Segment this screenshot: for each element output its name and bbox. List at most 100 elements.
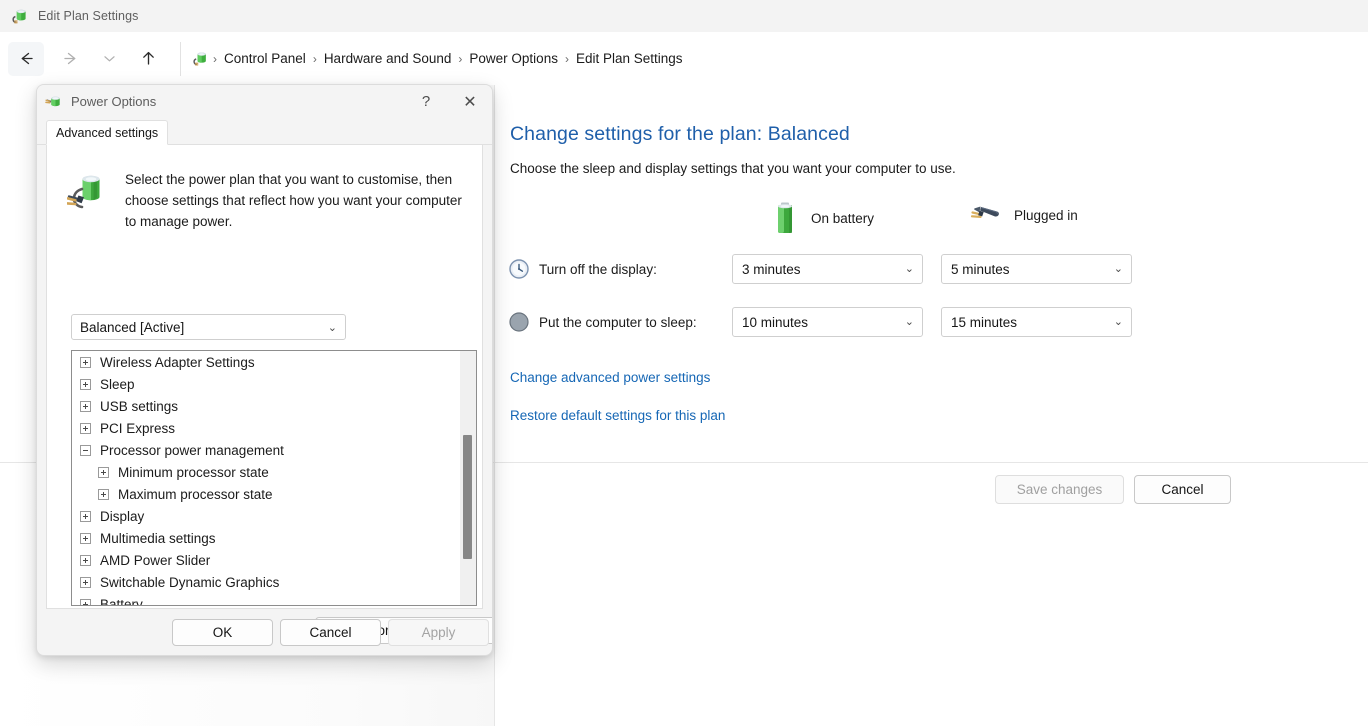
combo-sleep-on-battery[interactable]: 10 minutes ⌄ <box>732 307 923 337</box>
breadcrumb-separator: › <box>312 52 318 66</box>
expand-plus-icon[interactable] <box>80 599 91 607</box>
expand-plus-icon[interactable] <box>80 379 91 390</box>
page-title: Change settings for the plan: Balanced <box>510 123 850 146</box>
column-header-plugged-in: Plugged in <box>969 201 1078 229</box>
arrow-right-icon <box>61 49 80 68</box>
cancel-button[interactable]: Cancel <box>1134 475 1231 504</box>
expand-plus-icon[interactable] <box>80 577 91 588</box>
expand-plus-icon[interactable] <box>80 357 91 368</box>
combo-value: 5 minutes <box>951 262 1010 277</box>
tree-item[interactable]: Display <box>72 505 457 527</box>
power-plan-icon <box>12 7 30 25</box>
main-divider <box>495 462 1368 463</box>
tree-item-label: Switchable Dynamic Graphics <box>100 575 279 590</box>
dialog-cancel-button[interactable]: Cancel <box>280 619 381 646</box>
chevron-down-icon: ⌄ <box>905 264 914 275</box>
plan-select[interactable]: Balanced [Active] ⌄ <box>71 314 346 340</box>
close-icon[interactable]: ✕ <box>448 85 492 118</box>
help-button[interactable]: ? <box>404 85 448 118</box>
expand-plus-icon[interactable] <box>98 489 109 500</box>
dialog-title-buttons: ? ✕ <box>404 85 492 118</box>
address-bar[interactable]: › Control Panel › Hardware and Sound › P… <box>180 42 1368 76</box>
tab-advanced-settings[interactable]: Advanced settings <box>46 120 168 145</box>
tree-item[interactable]: Minimum processor state <box>72 461 457 483</box>
apply-button[interactable]: Apply <box>388 619 489 646</box>
setting-row-put-computer-to-sleep: Put the computer to sleep: <box>495 307 697 337</box>
dialog-footer: OK Cancel Apply <box>37 619 493 656</box>
setting-label-put-computer-to-sleep: Put the computer to sleep: <box>539 315 697 330</box>
chevron-down-icon: ⌄ <box>328 321 337 334</box>
tree-item-label: Minimum processor state <box>118 465 269 480</box>
chevron-down-icon: ⌄ <box>1114 317 1123 328</box>
power-options-icon <box>45 93 63 111</box>
tree-item-label: Wireless Adapter Settings <box>100 355 255 370</box>
combo-turn-off-display-plugged-in[interactable]: 5 minutes ⌄ <box>941 254 1132 284</box>
main-button-row: Save changes Cancel <box>995 475 1231 504</box>
dialog-intro: Select the power plan that you want to c… <box>67 169 477 232</box>
arrow-up-icon <box>139 49 158 68</box>
advanced-settings-tree[interactable]: Wireless Adapter Settings Sleep USB sett… <box>71 350 477 606</box>
save-changes-button[interactable]: Save changes <box>995 475 1124 504</box>
tree-item-label: Sleep <box>100 377 135 392</box>
moon-icon <box>508 311 530 333</box>
tree-item[interactable]: PCI Express <box>72 417 457 439</box>
expand-plus-icon[interactable] <box>98 467 109 478</box>
dialog-intro-text: Select the power plan that you want to c… <box>125 169 470 232</box>
expand-plus-icon[interactable] <box>80 533 91 544</box>
breadcrumb-item-power-options[interactable]: Power Options <box>463 48 564 69</box>
tree-item-label: Maximum processor state <box>118 487 273 502</box>
link-restore-default-settings[interactable]: Restore default settings for this plan <box>510 408 725 423</box>
chevron-down-icon: ⌄ <box>905 317 914 328</box>
tree-scrollbar[interactable] <box>460 351 476 605</box>
tree-item-label: Display <box>100 509 144 524</box>
navigation-bar: › Control Panel › Hardware and Sound › P… <box>0 32 1368 85</box>
combo-sleep-plugged-in[interactable]: 15 minutes ⌄ <box>941 307 1132 337</box>
breadcrumb-item-hardware-and-sound[interactable]: Hardware and Sound <box>318 48 458 69</box>
dialog-body: Select the power plan that you want to c… <box>46 145 483 609</box>
back-button[interactable] <box>8 42 44 76</box>
dialog-tabstrip: Advanced settings <box>37 120 492 145</box>
ok-button[interactable]: OK <box>172 619 273 646</box>
expand-plus-icon[interactable] <box>80 423 91 434</box>
tree-item[interactable]: Sleep <box>72 373 457 395</box>
tree-item-label: PCI Express <box>100 421 175 436</box>
collapse-minus-icon[interactable] <box>80 445 91 456</box>
up-button[interactable] <box>130 42 166 76</box>
tree-item[interactable]: AMD Power Slider <box>72 549 457 571</box>
plan-select-value: Balanced [Active] <box>80 320 184 335</box>
tree-item-label: AMD Power Slider <box>100 553 210 568</box>
recent-locations-button[interactable] <box>94 42 124 76</box>
battery-icon <box>772 201 798 235</box>
expand-plus-icon[interactable] <box>80 511 91 522</box>
explorer-window: Edit Plan Settings <box>0 0 1368 726</box>
breadcrumb-item-edit-plan-settings[interactable]: Edit Plan Settings <box>570 48 689 69</box>
breadcrumb-item-control-panel[interactable]: Control Panel <box>218 48 312 69</box>
combo-value: 10 minutes <box>742 315 808 330</box>
combo-turn-off-display-on-battery[interactable]: 3 minutes ⌄ <box>732 254 923 284</box>
tree-item[interactable]: Battery <box>72 593 457 606</box>
tree-item[interactable]: Processor power management <box>72 439 457 461</box>
tree-item-label: USB settings <box>100 399 178 414</box>
tree-scrollbar-thumb[interactable] <box>463 435 472 559</box>
clock-icon <box>508 258 530 280</box>
tree-item-label: Battery <box>100 597 143 607</box>
dialog-titlebar: Power Options ? ✕ <box>37 85 492 118</box>
tree-item-label: Processor power management <box>100 443 284 458</box>
link-change-advanced-power-settings[interactable]: Change advanced power settings <box>510 370 710 385</box>
tree-item-label: Multimedia settings <box>100 531 216 546</box>
chevron-down-icon <box>101 50 118 67</box>
tree-item[interactable]: Maximum processor state <box>72 483 457 505</box>
power-options-dialog: Power Options ? ✕ Advanced settings <box>36 84 493 656</box>
power-plug-icon <box>969 201 1001 229</box>
column-label-on-battery: On battery <box>811 211 874 226</box>
tree-item[interactable]: Multimedia settings <box>72 527 457 549</box>
tree-item[interactable]: Switchable Dynamic Graphics <box>72 571 457 593</box>
tree-item[interactable]: Wireless Adapter Settings <box>72 351 457 373</box>
expand-plus-icon[interactable] <box>80 555 91 566</box>
power-plug-battery-icon <box>67 171 109 215</box>
column-headers: On battery Plugged in <box>495 201 1368 237</box>
forward-button[interactable] <box>52 42 88 76</box>
setting-label-turn-off-display: Turn off the display: <box>539 262 657 277</box>
tree-item[interactable]: USB settings <box>72 395 457 417</box>
expand-plus-icon[interactable] <box>80 401 91 412</box>
